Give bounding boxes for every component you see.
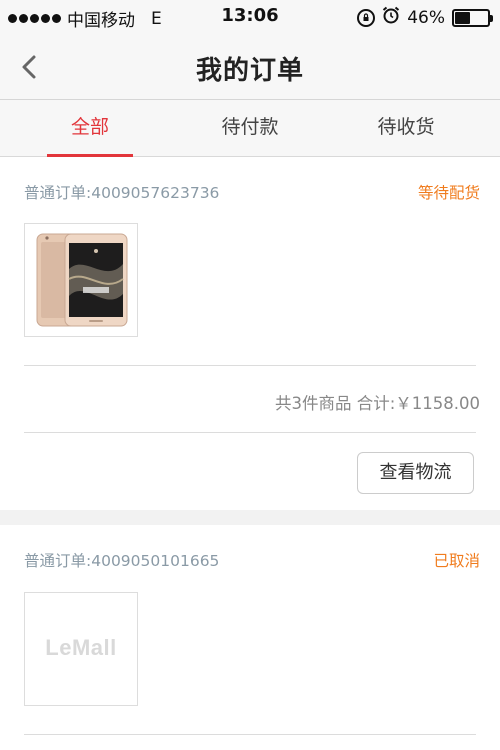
order-status: 等待配货 (417, 184, 480, 202)
order-card[interactable]: 普通订单:4009057623736 等待配货 共3件商品 合计:￥1158.0… (0, 157, 500, 510)
rotation-lock-icon (357, 8, 376, 27)
tab-pending-receipt-label: 待收货 (377, 116, 435, 138)
battery-percent: 46% (407, 7, 445, 28)
order-number: 普通订单:4009050101665 (24, 552, 220, 570)
order-status: 已取消 (433, 552, 480, 570)
tab-pending-receipt[interactable]: 待收货 (356, 100, 456, 157)
order-tabs: 全部 待付款 待收货 (0, 100, 500, 157)
phone-product-image (36, 233, 128, 327)
order-header: 普通订单:4009050101665 已取消 (24, 549, 480, 573)
card-divider (24, 432, 476, 433)
order-summary: 共3件商品 合计:￥1158.00 (274, 394, 480, 413)
tab-all[interactable]: 全部 (47, 100, 133, 157)
tab-all-label: 全部 (70, 116, 109, 138)
product-thumbnail[interactable]: LeMall (24, 592, 138, 706)
battery-icon (452, 8, 493, 27)
page-title: 我的订单 (195, 56, 304, 86)
alarm-icon (382, 6, 400, 29)
order-number: 普通订单:4009057623736 (24, 184, 220, 202)
order-header: 普通订单:4009057623736 等待配货 (24, 181, 480, 205)
lemall-logo-placeholder: LeMall (45, 635, 117, 660)
card-divider (24, 734, 476, 735)
nav-bar: 我的订单 (0, 34, 500, 100)
product-thumbnail[interactable] (24, 223, 138, 337)
tab-pending-payment[interactable]: 待付款 (200, 100, 300, 157)
status-right: 46% (357, 6, 493, 29)
order-card[interactable]: 普通订单:4009050101665 已取消 LeMall (0, 525, 500, 750)
tab-pending-payment-label: 待付款 (221, 116, 279, 138)
status-bar: 中国移动 E 13:06 46% (0, 0, 500, 34)
card-divider (24, 365, 476, 366)
view-logistics-button[interactable]: 查看物流 (357, 452, 474, 494)
